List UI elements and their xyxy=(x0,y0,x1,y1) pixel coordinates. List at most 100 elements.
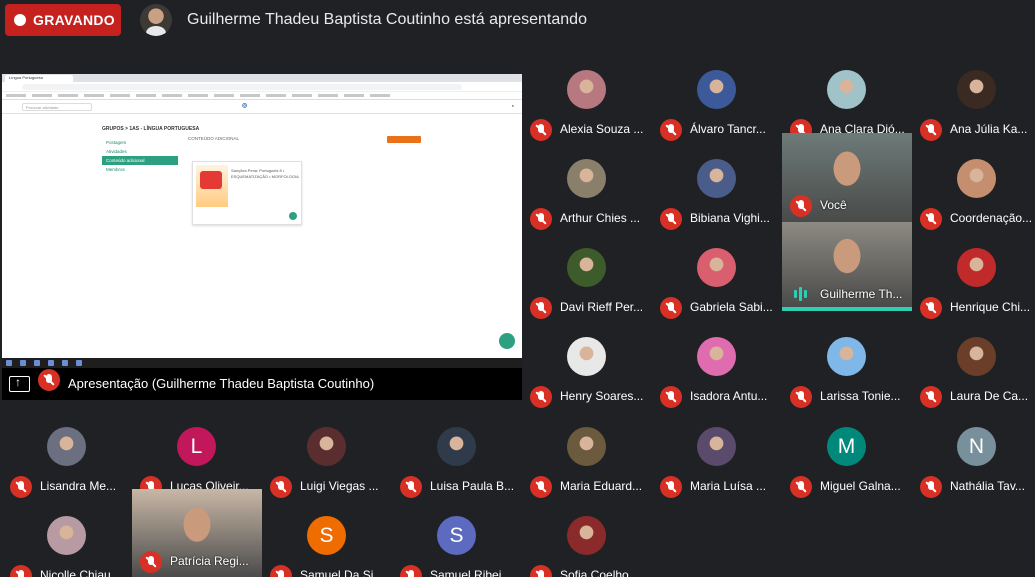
mic-off-icon xyxy=(660,208,682,230)
participant-tile[interactable]: Davi Rieff Per... xyxy=(522,235,652,324)
participant-name: Miguel Galna... xyxy=(820,479,901,493)
presenting-title: Guilherme Thadeu Baptista Coutinho está … xyxy=(187,11,587,28)
shared-screen: Língua Portuguesa Procurar atividade ◎ ●… xyxy=(2,74,522,358)
participant-name: Isadora Antu... xyxy=(690,389,768,403)
mic-off-icon xyxy=(270,476,292,498)
participant-tile[interactable]: Arthur Chies ... xyxy=(522,146,652,235)
participant-tile[interactable]: Henrique Chi... xyxy=(912,235,1035,324)
content-title: CONTEÚDO ADICIONAL xyxy=(188,136,240,141)
site-search-field: Procurar atividade xyxy=(22,102,92,111)
participant-tile[interactable]: Guilherme Th... xyxy=(782,222,912,311)
participant-avatar xyxy=(697,337,736,376)
nav-item-conteudo: Conteúdo adicional xyxy=(102,156,178,165)
participant-name: Luigi Viegas ... xyxy=(300,479,379,493)
participant-tile[interactable]: Lisandra Me... xyxy=(2,414,132,503)
presenter-avatar xyxy=(140,4,172,36)
participant-tile[interactable]: Henry Soares... xyxy=(522,324,652,413)
participant-avatar xyxy=(697,70,736,109)
participant-avatar: L xyxy=(177,427,216,466)
participant-tile[interactable]: S Samuel Da Si... xyxy=(262,503,392,577)
present-screen-icon xyxy=(9,375,30,392)
nav-item-membros: Membros xyxy=(106,167,125,172)
mic-off-icon xyxy=(790,386,812,408)
mic-off-icon xyxy=(530,565,552,577)
participant-name: Bibiana Vighi... xyxy=(690,211,770,225)
participant-tile[interactable]: Alexia Souza ... xyxy=(522,57,652,146)
mic-off-icon xyxy=(38,369,60,391)
participant-tile[interactable]: S Samuel Ribei... xyxy=(392,503,522,577)
participant-tile[interactable]: Ana Júlia Ka... xyxy=(912,57,1035,146)
participant-avatar xyxy=(567,248,606,287)
participant-tile[interactable]: Larissa Tonie... xyxy=(782,324,912,413)
participant-avatar xyxy=(697,159,736,198)
participant-tile[interactable]: Sofia Coelho ... xyxy=(522,503,652,577)
mic-off-icon xyxy=(530,208,552,230)
participant-avatar xyxy=(957,159,996,198)
mic-off-icon xyxy=(920,476,942,498)
mic-off-icon xyxy=(790,476,812,498)
mic-off-icon xyxy=(790,195,812,217)
participant-name: Ana Júlia Ka... xyxy=(950,122,1028,136)
participant-tile[interactable]: Bibiana Vighi... xyxy=(652,146,782,235)
participant-tile[interactable]: Álvaro Tancr... xyxy=(652,57,782,146)
participant-avatar xyxy=(567,516,606,555)
participant-tile[interactable]: Gabriela Sabi... xyxy=(652,235,782,324)
participant-tile[interactable]: Luigi Viegas ... xyxy=(262,414,392,503)
participant-tile[interactable]: Nicolle Chiau... xyxy=(2,503,132,577)
participant-avatar xyxy=(307,427,346,466)
participant-tile[interactable]: Laura De Ca... xyxy=(912,324,1035,413)
participant-tile[interactable]: Coordenação... xyxy=(912,146,1035,235)
nav-item-atividades: Atividades xyxy=(106,149,127,154)
mic-off-icon xyxy=(400,565,422,577)
participant-name: Patrícia Regi... xyxy=(170,554,249,568)
participant-tile[interactable]: M Miguel Galna... xyxy=(782,414,912,503)
participant-tile[interactable]: N Nathália Tav... xyxy=(912,414,1035,503)
mic-off-icon xyxy=(660,386,682,408)
participant-avatar: S xyxy=(437,516,476,555)
participant-name: Davi Rieff Per... xyxy=(560,300,644,314)
orange-action-button xyxy=(387,136,421,143)
participant-name: Henrique Chi... xyxy=(950,300,1031,314)
participant-name: Você xyxy=(820,198,847,212)
participant-name: Álvaro Tancr... xyxy=(690,122,766,136)
participant-name: Larissa Tonie... xyxy=(820,389,901,403)
participant-tile[interactable]: Patrícia Regi... xyxy=(132,489,262,577)
nav-item-postagem: Postagem xyxy=(106,140,127,145)
participant-name: Sofia Coelho ... xyxy=(560,568,643,577)
site-sidenav: Postagem Atividades Conteúdo adicional M… xyxy=(102,138,178,174)
mic-off-icon xyxy=(270,565,292,577)
mic-off-icon xyxy=(920,119,942,141)
participant-name: Nathália Tav... xyxy=(950,479,1025,493)
bookmarks-bar xyxy=(2,92,522,100)
presentation-tile[interactable]: Língua Portuguesa Procurar atividade ◎ ●… xyxy=(2,74,522,400)
mic-off-icon xyxy=(660,297,682,319)
site-header: Procurar atividade ◎ ● xyxy=(2,100,522,114)
participant-avatar xyxy=(47,516,86,555)
participant-tile[interactable]: Você xyxy=(782,133,912,222)
participant-name: Henry Soares... xyxy=(560,389,644,403)
mic-off-icon xyxy=(530,297,552,319)
participant-name: Lisandra Me... xyxy=(40,479,117,493)
participant-avatar xyxy=(957,337,996,376)
participant-avatar xyxy=(697,248,736,287)
participant-name: Maria Luísa ... xyxy=(690,479,767,493)
participant-name: Maria Eduard... xyxy=(560,479,643,493)
participant-tile[interactable]: Maria Luísa ... xyxy=(652,414,782,503)
recording-badge: GRAVANDO xyxy=(5,4,121,36)
participant-avatar xyxy=(957,70,996,109)
participant-tile[interactable]: Isadora Antu... xyxy=(652,324,782,413)
address-bar xyxy=(22,83,462,90)
mic-off-icon xyxy=(530,119,552,141)
participant-name: Alexia Souza ... xyxy=(560,122,644,136)
participant-avatar xyxy=(957,248,996,287)
participant-avatar xyxy=(567,70,606,109)
card-drive-icon xyxy=(289,212,297,220)
participant-tile[interactable]: Maria Eduard... xyxy=(522,414,652,503)
participant-name: Arthur Chies ... xyxy=(560,211,641,225)
participant-tile[interactable]: Luisa Paula B... xyxy=(392,414,522,503)
help-fab-icon xyxy=(499,333,515,349)
participant-avatar xyxy=(437,427,476,466)
browser-tab: Língua Portuguesa xyxy=(5,75,73,82)
participant-name: Gabriela Sabi... xyxy=(690,300,773,314)
presentation-label: Apresentação (Guilherme Thadeu Baptista … xyxy=(68,376,375,391)
